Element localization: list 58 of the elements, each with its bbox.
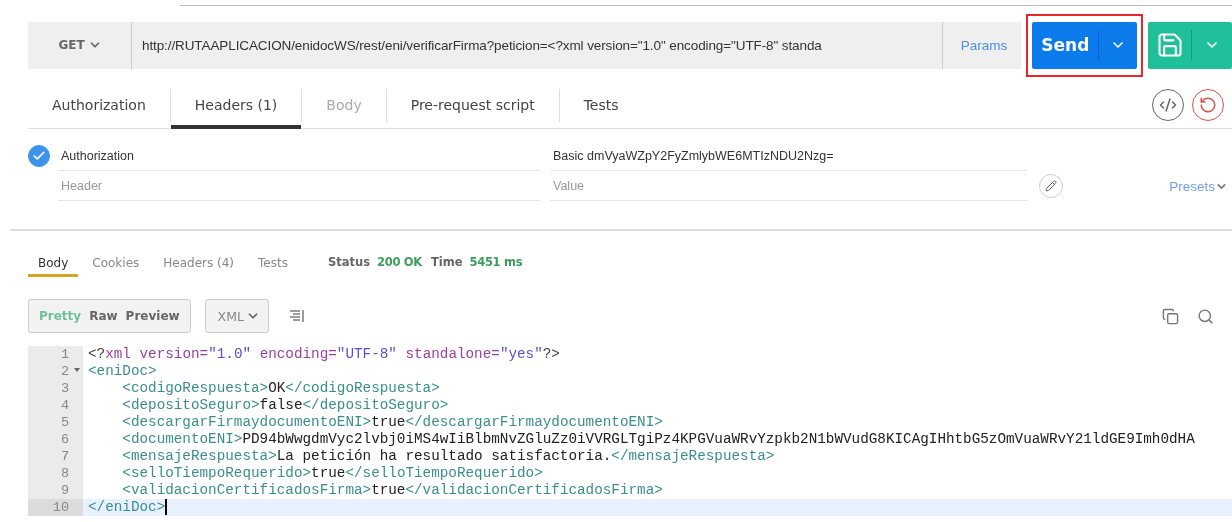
- time-label: Time: [430, 255, 463, 269]
- code-line: <descargarFirmaydocumentoENI>true</descargarFirmaydocumentoENI>: [121, 414, 663, 431]
- reset-button[interactable]: [1192, 88, 1224, 121]
- pencil-icon: [1045, 180, 1057, 192]
- url-field[interactable]: http://RUTAAPLICACION/enidocWS/rest/eni/verificarFirma?peticion=<?xml version="1.0" encoding="UTF-8" standa: [132, 21, 943, 69]
- line-number: 1: [60, 346, 69, 363]
- code-line: <validacionCertificadosFirma>true</validacionCertificadosFirma>: [121, 482, 663, 499]
- view-mode-button[interactable]: Preview: [121, 309, 184, 323]
- send-button[interactable]: Send: [1032, 21, 1138, 69]
- line-number: 3: [60, 380, 69, 397]
- fold-arrow-icon[interactable]: [74, 368, 80, 372]
- header-key-cell[interactable]: Authorization: [58, 141, 540, 171]
- code-line: <mensajeRespuesta>La petición ha resultado satisfactoria.</mensajeRespuesta>: [121, 448, 775, 465]
- request-tab[interactable]: Headers (1): [170, 81, 302, 129]
- response-tab[interactable]: Body: [28, 247, 79, 277]
- line-number: 5: [60, 414, 69, 431]
- format-dropdown[interactable]: XML: [204, 299, 269, 333]
- time-value: 5451 ms: [469, 255, 523, 269]
- line-number: 6: [60, 431, 69, 448]
- view-mode-button[interactable]: Raw: [85, 309, 122, 323]
- header-value-cell[interactable]: Basic dmVyaWZpY2FyZmlybWE6MTIzNDU2Nzg=: [550, 141, 1027, 171]
- copy-button[interactable]: [1162, 307, 1179, 325]
- code-line: <codigoRespuesta>OK</codigoRespuesta>: [121, 380, 440, 397]
- search-icon: [1197, 307, 1214, 325]
- code-line: <eniDoc>: [87, 363, 157, 380]
- request-tab[interactable]: Tests: [559, 81, 643, 129]
- response-tab[interactable]: Headers (4): [153, 247, 245, 277]
- request-tab[interactable]: Pre-request script: [386, 81, 559, 129]
- response-tab[interactable]: Cookies: [82, 247, 150, 277]
- response-tab[interactable]: Tests: [248, 247, 298, 277]
- line-number: 2: [60, 363, 69, 380]
- method-dropdown[interactable]: GET: [28, 21, 132, 69]
- search-button[interactable]: [1197, 307, 1214, 325]
- header-key-field[interactable]: Header: [58, 171, 540, 201]
- check-icon: [32, 149, 46, 163]
- wrap-lines-icon[interactable]: [288, 309, 305, 323]
- line-number: 7: [60, 448, 69, 465]
- status-label: Status: [327, 255, 370, 269]
- undo-arrow-icon: [1199, 95, 1217, 114]
- presets-dropdown[interactable]: Presets: [1169, 178, 1228, 194]
- status-value: 200 OK: [377, 255, 422, 269]
- line-number: 8: [60, 465, 69, 482]
- code-button[interactable]: [1152, 88, 1184, 121]
- header-checkbox[interactable]: [28, 145, 50, 167]
- edit-button[interactable]: [1039, 174, 1063, 198]
- code-line: <selloTiempoRequerido>true</selloTiempoRequerido>: [121, 465, 543, 482]
- code-line: <documentoENI>PD94bWwgdmVyc2lvbj0iMS4wIiBlbmNvZGluZz0iVVRGLTgiPz4KPGVuaWRvYzpkb2N1bWVudG8KICAgIHhtbG5zOmVuaWRvY21ldGE9Imh0dHA: [121, 431, 1195, 448]
- line-number: 9: [60, 482, 69, 499]
- line-number: 4: [60, 397, 69, 414]
- copy-icon: [1162, 307, 1179, 325]
- line-number: 10: [52, 499, 69, 516]
- code-icon: [1159, 95, 1177, 114]
- params-link[interactable]: Params: [942, 21, 1022, 69]
- request-tab[interactable]: Authorization: [28, 81, 170, 129]
- code-line: <?xml version="1.0" encoding="UTF-8" standalone="yes"?>: [87, 346, 560, 363]
- code-line: </eniDoc>: [87, 499, 168, 516]
- header-value-field[interactable]: Value: [550, 171, 1027, 201]
- code-line: <depositoSeguro>false</depositoSeguro>: [121, 397, 449, 414]
